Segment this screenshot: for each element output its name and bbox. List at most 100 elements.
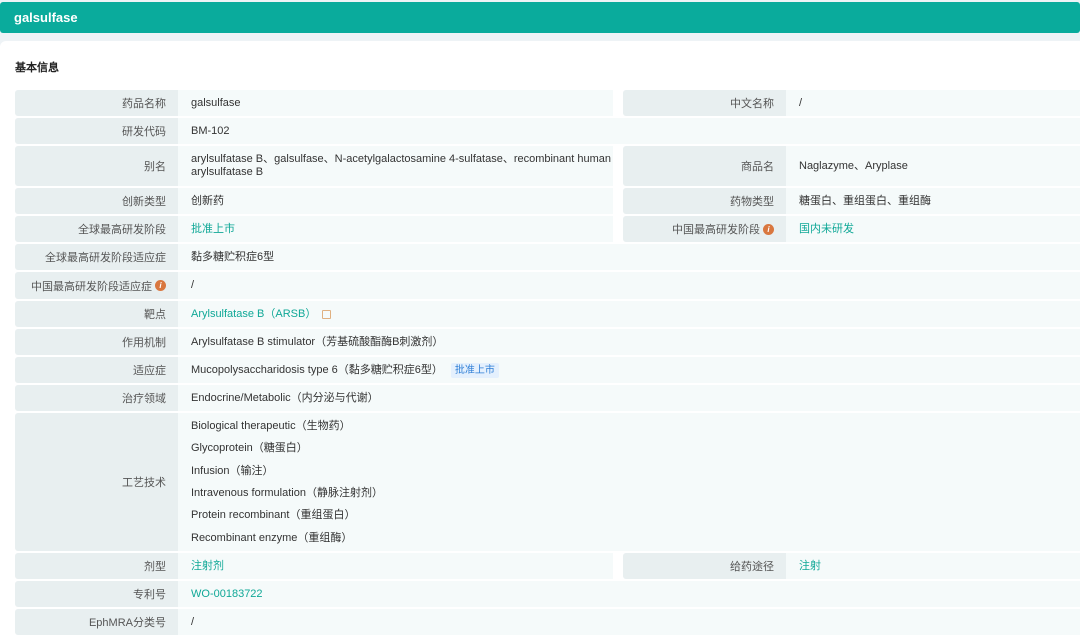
field-value: Biological therapeutic（生物药） Glycoprotein（… [178, 413, 1080, 551]
field-value: Arylsulfatase B（ARSB） [178, 301, 1080, 327]
field-value-link[interactable]: WO-00183722 [191, 588, 263, 601]
field-value-text: Endocrine/Metabolic（内分泌与代谢） [191, 391, 379, 404]
table-row: 专利号 WO-00183722 [15, 581, 1080, 607]
field-label-text: 全球最高研发阶段适应症 [45, 252, 166, 264]
table-row: 中国最高研发阶段适应症 i / [15, 272, 1080, 299]
field-value: galsulfase [178, 90, 613, 116]
field-label: 中国最高研发阶段适应症 i [15, 272, 178, 299]
external-link-icon[interactable] [322, 309, 332, 319]
field-value: Arylsulfatase B stimulator（芳基硫酸酯酶B刺激剂） [178, 329, 1080, 355]
section-title: 基本信息 [15, 62, 59, 74]
field-label-text: 商品名 [741, 161, 774, 173]
field-pair: 中国最高研发阶段适应症 i / [15, 272, 1080, 299]
field-pair: 别名 arylsulfatase B、galsulfase、N-acetylgal… [15, 146, 613, 186]
table-row: 作用机制 Arylsulfatase B stimulator（芳基硫酸酯酶B刺激… [15, 329, 1080, 355]
field-pair: 创新类型 创新药 [15, 188, 613, 214]
field-label: 别名 [15, 146, 178, 186]
field-pair: 适应症 Mucopolysaccharidosis type 6（黏多糖贮积症6型… [15, 357, 1080, 383]
field-value-text: 糖蛋白、重组蛋白、重组酶 [799, 194, 931, 207]
field-value-text: 黏多糖贮积症6型 [191, 250, 275, 263]
field-label: 适应症 [15, 357, 178, 383]
field-value-line: Recombinant enzyme（重组酶） [191, 531, 353, 544]
field-pair: 商品名 Naglazyme、Aryplase [623, 146, 1080, 186]
field-label: 专利号 [15, 581, 178, 607]
field-pair: 工艺技术 Biological therapeutic（生物药） Glycoprot… [15, 413, 1080, 551]
field-value-line: Infusion（输注） [191, 464, 274, 477]
field-value-link[interactable]: 注射 [799, 560, 821, 573]
field-label-text: 治疗领域 [122, 393, 166, 405]
field-label-text: 药品名称 [122, 98, 166, 110]
table-row: 工艺技术 Biological therapeutic（生物药） Glycoprot… [15, 413, 1080, 551]
field-label-text: 工艺技术 [122, 477, 166, 489]
field-value-text: Arylsulfatase B stimulator（芳基硫酸酯酶B刺激剂） [191, 335, 444, 348]
field-value-link[interactable]: Arylsulfatase B（ARSB） [191, 308, 316, 321]
field-label-text: 别名 [144, 161, 166, 173]
field-value: Naglazyme、Aryplase [786, 146, 1080, 186]
field-label-text: 创新类型 [122, 196, 166, 208]
field-value: 注射 [786, 553, 1080, 579]
field-value-line: Biological therapeutic（生物药） [191, 420, 351, 433]
field-value: arylsulfatase B、galsulfase、N-acetylgalac… [178, 146, 613, 186]
field-value-text: / [799, 96, 803, 109]
field-value-link[interactable]: 国内未研发 [799, 223, 854, 236]
field-pair: 全球最高研发阶段适应症 黏多糖贮积症6型 [15, 244, 1080, 270]
field-label: 创新类型 [15, 188, 178, 214]
drug-title: galsulfase [14, 10, 78, 25]
field-pair: 药物类型 糖蛋白、重组蛋白、重组酶 [623, 188, 1080, 214]
field-label-text: 中国最高研发阶段适应症 [31, 280, 152, 293]
field-value-link[interactable]: 注射剂 [191, 560, 224, 573]
field-pair: 靶点 Arylsulfatase B（ARSB） [15, 301, 1080, 327]
info-icon[interactable]: i [155, 280, 166, 291]
field-value: 注射剂 [178, 553, 613, 579]
field-value-text: arylsulfatase B、galsulfase、N-acetylgalac… [191, 153, 612, 178]
field-value: / [178, 272, 1080, 299]
status-badge: 批准上市 [450, 362, 499, 378]
field-pair: 药品名称 galsulfase [15, 90, 613, 116]
table-row: 剂型 注射剂 给药途径 注射 [15, 553, 1080, 579]
field-value: BM-102 [178, 118, 1080, 144]
field-value-text: / [191, 615, 195, 628]
field-label: 剂型 [15, 553, 178, 579]
table-row: 治疗领域 Endocrine/Metabolic（内分泌与代谢） [15, 385, 1080, 411]
field-label-text: 全球最高研发阶段 [78, 224, 166, 236]
table-row: 适应症 Mucopolysaccharidosis type 6（黏多糖贮积症6型… [15, 357, 1080, 383]
field-label-text: EphMRA分类号 [88, 617, 166, 629]
field-pair: 给药途径 注射 [623, 553, 1080, 579]
field-label: 中文名称 [623, 90, 786, 116]
field-value-text: Naglazyme、Aryplase [799, 159, 908, 172]
field-label-text: 中国最高研发阶段 [672, 224, 760, 236]
field-label-text: 专利号 [133, 589, 166, 601]
field-value: / [786, 90, 1080, 116]
drug-title-bar: galsulfase [0, 2, 1080, 33]
field-value-text: 创新药 [191, 194, 224, 207]
field-label-text: 适应症 [133, 365, 166, 377]
field-value: 创新药 [178, 188, 613, 214]
field-value-line: Intravenous formulation（静脉注射剂） [191, 487, 383, 499]
field-value-text: galsulfase [191, 96, 241, 109]
table-row: 别名 arylsulfatase B、galsulfase、N-acetylgal… [15, 146, 1080, 186]
field-value: 糖蛋白、重组蛋白、重组酶 [786, 188, 1080, 214]
field-label-text: 药物类型 [730, 196, 774, 208]
field-label-text: 给药途径 [730, 561, 774, 573]
field-value-line: Protein recombinant（重组蛋白） [191, 509, 356, 522]
field-label-text: 作用机制 [122, 337, 166, 349]
field-pair: EphMRA分类号 / [15, 609, 1080, 635]
field-value: 国内未研发 [786, 216, 1080, 242]
info-icon[interactable]: i [763, 223, 774, 235]
table-row: 药品名称 galsulfase 中文名称 / [15, 90, 1080, 116]
table-row: 靶点 Arylsulfatase B（ARSB） [15, 301, 1080, 327]
table-row: 研发代码 BM-102 [15, 118, 1080, 144]
field-label-text: 剂型 [144, 561, 166, 573]
field-label: 研发代码 [15, 118, 178, 144]
field-label: 作用机制 [15, 329, 178, 355]
field-label-text: 靶点 [144, 309, 166, 321]
field-value: Endocrine/Metabolic（内分泌与代谢） [178, 385, 1080, 411]
field-value-link[interactable]: 批准上市 [191, 223, 235, 236]
field-label: EphMRA分类号 [15, 609, 178, 635]
field-value-text: / [191, 279, 195, 291]
field-pair: 剂型 注射剂 [15, 553, 613, 579]
field-label: 靶点 [15, 301, 178, 327]
field-label: 药品名称 [15, 90, 178, 116]
field-pair: 作用机制 Arylsulfatase B stimulator（芳基硫酸酯酶B刺激… [15, 329, 1080, 355]
field-label-text: 研发代码 [122, 126, 166, 138]
